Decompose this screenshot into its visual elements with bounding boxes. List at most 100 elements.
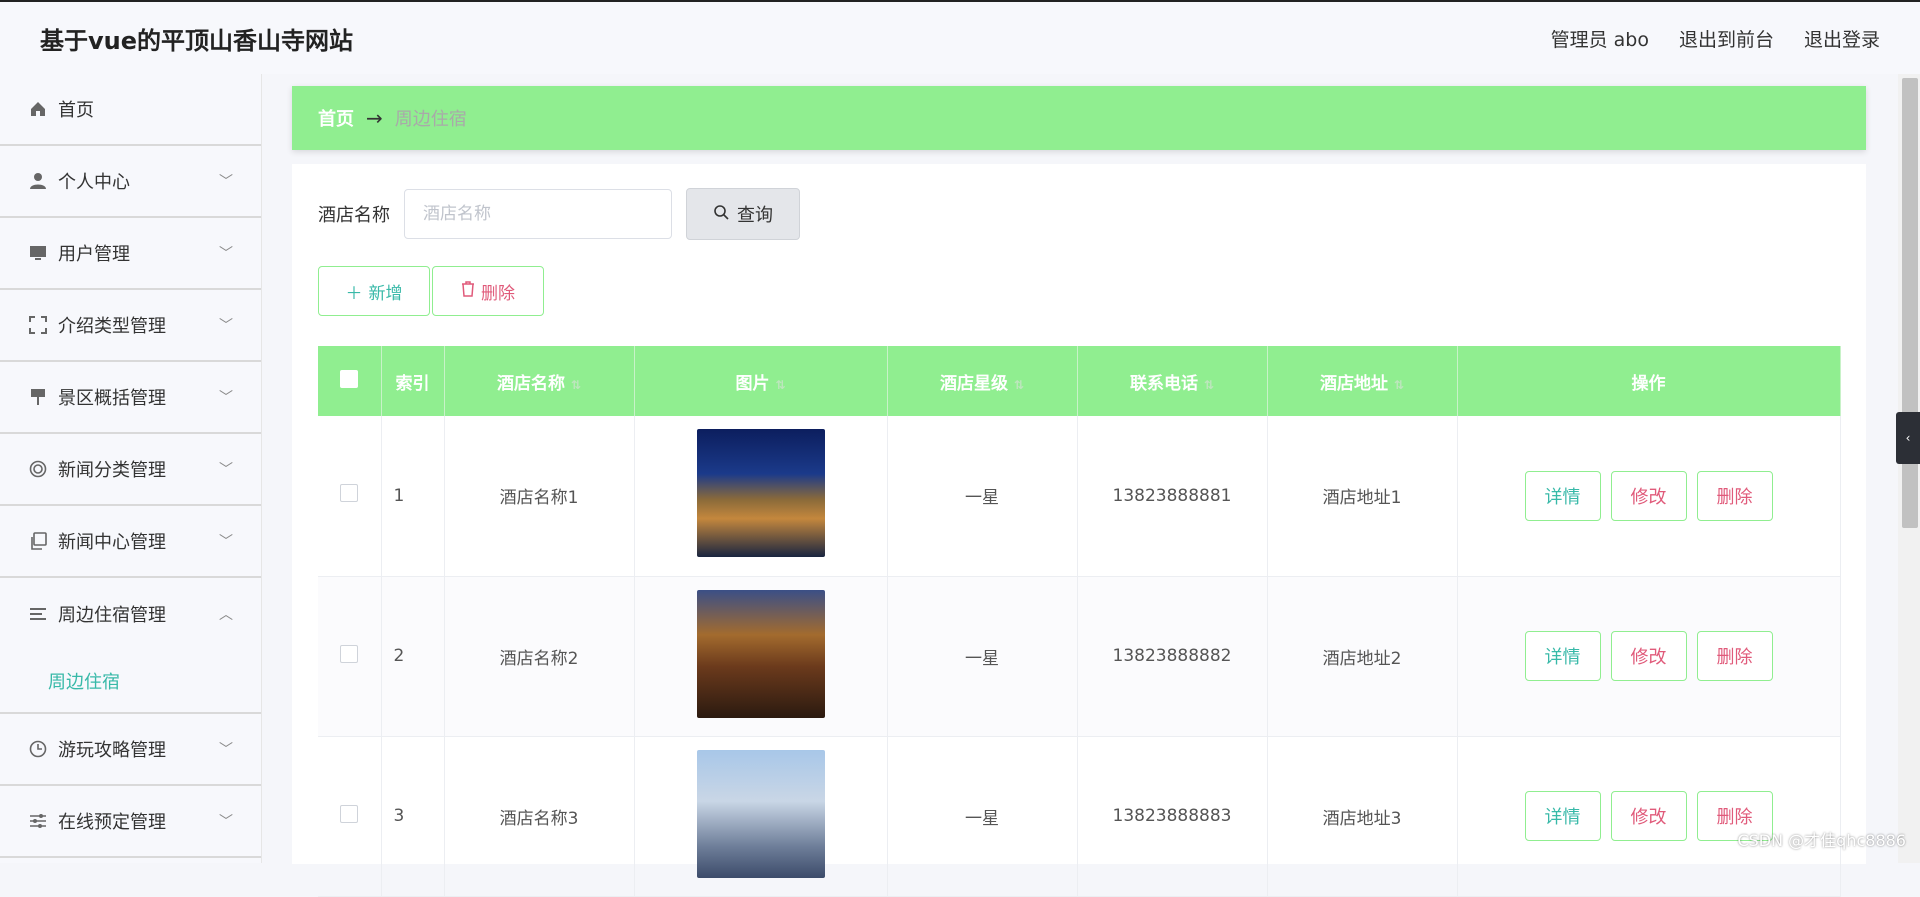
batch-delete-button[interactable]: 删除 xyxy=(432,266,544,316)
top-navbar: 基于vue的平顶山香山寺网站 管理员 abo 退出到前台 退出登录 xyxy=(0,0,1920,74)
chevron-left-icon[interactable]: ‹ xyxy=(1896,412,1920,464)
action-buttons: ＋ 新增 删除 xyxy=(318,266,1840,316)
hotel-image[interactable] xyxy=(697,590,825,718)
clock-icon xyxy=(28,739,48,759)
column-header[interactable]: 酒店名称 ⇅ xyxy=(444,346,634,416)
sidebar-item-label: 新闻分类管理 xyxy=(58,456,166,482)
search-button-label: 查询 xyxy=(737,201,773,227)
sidebar-item-news-center[interactable]: 新闻中心管理 ﹀ xyxy=(0,506,261,578)
pin-icon xyxy=(28,387,48,407)
column-header-label: 酒店名称 xyxy=(497,374,565,394)
sidebar-item-label: 游玩攻略管理 xyxy=(58,736,166,762)
sliders-icon xyxy=(28,811,48,831)
search-button[interactable]: 查询 xyxy=(686,188,800,240)
monitor-icon xyxy=(28,243,48,263)
watermark: CSDN @才佳qhc8886 xyxy=(1737,827,1906,851)
add-button[interactable]: ＋ 新增 xyxy=(318,266,430,316)
trash-icon xyxy=(461,281,475,302)
sort-icon[interactable]: ⇅ xyxy=(1204,378,1214,392)
detail-button[interactable]: 详情 xyxy=(1525,471,1601,521)
search-label: 酒店名称 xyxy=(318,201,390,227)
sidebar-item-travel-guide[interactable]: 游玩攻略管理 ﹀ xyxy=(0,714,261,786)
hotel-stars: 一星 xyxy=(887,736,1077,896)
edit-button[interactable]: 修改 xyxy=(1611,631,1687,681)
edit-button[interactable]: 修改 xyxy=(1611,471,1687,521)
column-header[interactable]: 酒店地址 ⇅ xyxy=(1267,346,1457,416)
delete-button-label: 删除 xyxy=(481,279,515,304)
sidebar-item-user-management[interactable]: 用户管理 ﹀ xyxy=(0,218,261,290)
table-header-row: 索引 酒店名称 ⇅ 图片⇅ 酒店星级 ⇅ 联系电话 ⇅ 酒店地址 ⇅ 操作 xyxy=(318,346,1840,416)
column-header[interactable]: 图片⇅ xyxy=(634,346,887,416)
detail-button[interactable]: 详情 xyxy=(1525,631,1601,681)
column-header: 操作 xyxy=(1457,346,1840,416)
column-header[interactable]: 联系电话 ⇅ xyxy=(1077,346,1267,416)
hotel-address: 酒店地址2 xyxy=(1267,576,1457,736)
table-row: 3 酒店名称3 一星 13823888883 酒店地址3 详情 修改 删除 xyxy=(318,736,1840,896)
home-icon xyxy=(28,99,48,119)
user-icon xyxy=(28,171,48,191)
row-actions: 详情 修改 删除 xyxy=(1457,576,1840,736)
sidebar-item-personal-center[interactable]: 个人中心 ﹀ xyxy=(0,146,261,218)
select-all-checkbox[interactable] xyxy=(340,370,358,388)
column-header: 索引 xyxy=(381,346,444,416)
hotel-phone: 13823888882 xyxy=(1077,576,1267,736)
copy-icon xyxy=(28,531,48,551)
hotel-stars: 一星 xyxy=(887,416,1077,576)
sidebar-item-label: 介绍类型管理 xyxy=(58,312,166,338)
sort-icon[interactable]: ⇅ xyxy=(571,378,581,392)
delete-button[interactable]: 删除 xyxy=(1697,631,1773,681)
sidebar-item-news-category[interactable]: 新闻分类管理 ﹀ xyxy=(0,434,261,506)
row-select-cell[interactable] xyxy=(318,416,381,576)
sidebar: 首页 个人中心 ﹀ 用户管理 ﹀ 介绍类型管理 ﹀ 景区概括管理 ﹀ 新闻分类管… xyxy=(0,74,262,863)
chevron-down-icon: ﹀ xyxy=(219,387,233,407)
hotel-stars: 一星 xyxy=(887,576,1077,736)
breadcrumb-arrow: → xyxy=(366,106,383,130)
search-input[interactable] xyxy=(404,189,672,239)
hotel-image[interactable] xyxy=(697,750,825,878)
sidebar-item-label: 个人中心 xyxy=(58,168,130,194)
row-checkbox[interactable] xyxy=(340,645,358,663)
column-header-label: 联系电话 xyxy=(1130,374,1198,394)
logout-link[interactable]: 退出登录 xyxy=(1804,25,1880,52)
exit-front-link[interactable]: 退出到前台 xyxy=(1679,25,1774,52)
row-actions: 详情 修改 删除 xyxy=(1457,416,1840,576)
hotel-name: 酒店名称2 xyxy=(444,576,634,736)
hotel-name: 酒店名称1 xyxy=(444,416,634,576)
column-header[interactable]: 酒店星级 ⇅ xyxy=(887,346,1077,416)
row-checkbox[interactable] xyxy=(340,484,358,502)
hotel-image-cell xyxy=(634,416,887,576)
column-header-label: 酒店地址 xyxy=(1320,374,1388,394)
add-button-label: 新增 xyxy=(369,279,403,304)
row-checkbox[interactable] xyxy=(340,805,358,823)
edit-button[interactable]: 修改 xyxy=(1611,791,1687,841)
sidebar-item-label: 新闻中心管理 xyxy=(58,528,166,554)
delete-button[interactable]: 删除 xyxy=(1697,471,1773,521)
search-row: 酒店名称 查询 xyxy=(318,188,1840,240)
chevron-down-icon: ﹀ xyxy=(219,171,233,191)
sort-icon[interactable]: ⇅ xyxy=(775,378,785,392)
sort-icon[interactable]: ⇅ xyxy=(1394,378,1404,392)
sort-icon[interactable]: ⇅ xyxy=(1014,378,1024,392)
select-all-cell[interactable] xyxy=(318,346,381,416)
row-select-cell[interactable] xyxy=(318,576,381,736)
hotel-address: 酒店地址1 xyxy=(1267,416,1457,576)
main-content: 首页 → 周边住宿 酒店名称 查询 ＋ 新增 删除 xyxy=(292,86,1866,864)
target-icon xyxy=(28,459,48,479)
breadcrumb-home[interactable]: 首页 xyxy=(318,105,354,131)
sidebar-item-label: 首页 xyxy=(58,96,94,122)
sidebar-item-home[interactable]: 首页 xyxy=(0,74,261,146)
search-icon xyxy=(713,204,729,225)
column-header-label: 酒店星级 xyxy=(940,374,1008,394)
sidebar-item-intro-type[interactable]: 介绍类型管理 ﹀ xyxy=(0,290,261,362)
plus-icon: ＋ xyxy=(346,279,363,304)
sidebar-subitem-lodging[interactable]: 周边住宿 xyxy=(0,650,261,714)
sidebar-item-scenic-overview[interactable]: 景区概括管理 ﹀ xyxy=(0,362,261,434)
site-title: 基于vue的平顶山香山寺网站 xyxy=(40,21,353,56)
sidebar-item-online-booking[interactable]: 在线预定管理 ﹀ xyxy=(0,786,261,858)
row-select-cell[interactable] xyxy=(318,736,381,896)
sidebar-item-label: 用户管理 xyxy=(58,240,130,266)
sidebar-item-label: 周边住宿管理 xyxy=(58,601,166,627)
detail-button[interactable]: 详情 xyxy=(1525,791,1601,841)
sidebar-item-lodging[interactable]: 周边住宿管理 ︿ xyxy=(0,578,261,650)
hotel-image[interactable] xyxy=(697,429,825,557)
